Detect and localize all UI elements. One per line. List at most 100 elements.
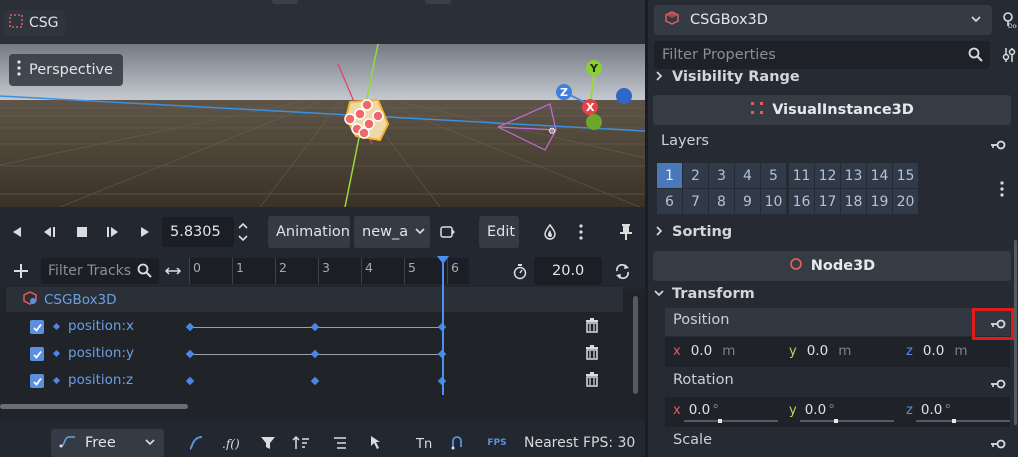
keyframe-key-icon[interactable] [990, 138, 1006, 154]
track-row[interactable]: position:x [0, 314, 630, 341]
layer-cell[interactable]: 2 [683, 163, 708, 188]
layer-cell[interactable]: 11 [789, 163, 814, 188]
pin-panel-icon[interactable] [618, 223, 634, 241]
layer-cell[interactable]: 15 [893, 163, 918, 188]
layer-cell[interactable]: 9 [735, 189, 760, 214]
bezier-curve-icon[interactable] [187, 435, 205, 451]
scene-tabbar: CSG [0, 0, 645, 44]
snap-keys-icon[interactable] [450, 435, 468, 451]
text-baseline-icon[interactable]: Tn [415, 435, 433, 451]
play-backwards-icon[interactable] [40, 224, 58, 240]
perspective-label: Perspective [29, 62, 113, 78]
track-enabled-checkbox[interactable] [30, 320, 44, 334]
layer-cell[interactable]: 7 [683, 189, 708, 214]
keyframe[interactable] [310, 376, 320, 386]
visibility-range-section[interactable]: Visibility Range [654, 69, 800, 85]
layer-cell[interactable]: 19 [867, 189, 892, 214]
rotation-z-slider[interactable] [916, 420, 1010, 422]
keyframe-key-icon[interactable] [990, 377, 1006, 393]
layer-cell[interactable]: 17 [815, 189, 840, 214]
edit-menu-button[interactable]: Edit [479, 216, 519, 248]
track-enabled-checkbox[interactable] [30, 374, 44, 388]
time-spin-arrows-icon[interactable] [236, 219, 250, 245]
track-enabled-checkbox[interactable] [30, 347, 44, 361]
property-settings-icon[interactable] [1001, 46, 1017, 64]
layer-cell[interactable]: 13 [841, 163, 866, 188]
more-options-icon[interactable] [577, 223, 585, 241]
trash-icon[interactable] [585, 318, 599, 337]
onion-skinning-icon[interactable] [541, 223, 559, 241]
keyframe[interactable] [310, 349, 320, 359]
perspective-menu-button[interactable]: Perspective [9, 54, 123, 86]
node-selector-dropdown[interactable]: CSGBox3D [654, 5, 992, 35]
filter-tracks-input[interactable]: Filter Tracks [41, 258, 159, 284]
playhead[interactable] [442, 258, 444, 395]
animation-menu-label: Animation [276, 224, 350, 240]
stop-icon[interactable] [74, 224, 90, 240]
node3d-header: Node3D [653, 251, 1011, 281]
animation-length-input[interactable]: 20.0 [534, 257, 602, 285]
layer-cell[interactable]: 20 [893, 189, 918, 214]
slider-knob[interactable] [834, 419, 838, 423]
inspector-scrollbar[interactable] [1014, 240, 1017, 425]
interpolation-mode-dropdown[interactable]: Free [51, 429, 164, 457]
layers-menu-icon[interactable] [998, 180, 1006, 198]
layer-cell[interactable]: 18 [841, 189, 866, 214]
animation-menu-button[interactable]: Animation [268, 216, 350, 248]
unit-label: m [838, 343, 852, 359]
unit-label: m [722, 343, 736, 359]
tracks-horizontal-scrollbar[interactable] [0, 404, 188, 409]
position-x-field[interactable]: x 0.0 m [673, 338, 735, 364]
ruler-tick: 0 [193, 260, 201, 275]
layer-cell[interactable]: 12 [815, 163, 840, 188]
layer-cell[interactable]: 5 [761, 163, 786, 188]
fps-toggle-icon[interactable]: FPS [484, 436, 510, 450]
position-z-field[interactable]: z 0.0 m [906, 338, 967, 364]
rotation-y-slider[interactable] [800, 420, 894, 422]
function-icon[interactable]: .f() [222, 435, 242, 451]
select-pointer-icon[interactable] [367, 435, 385, 451]
loop-icon[interactable] [613, 262, 631, 280]
layer-cell[interactable]: 16 [789, 189, 814, 214]
play-icon[interactable] [137, 224, 153, 240]
layer-cell[interactable]: 10 [761, 189, 786, 214]
play-from-start-icon[interactable] [104, 224, 122, 240]
list-icon[interactable] [331, 435, 349, 451]
keyframe-key-icon[interactable] [990, 437, 1006, 453]
layer-cell[interactable]: 1 [657, 163, 682, 188]
layer-cell[interactable]: 8 [709, 189, 734, 214]
timeline-ruler[interactable]: 0 1 2 3 4 5 6 [189, 258, 469, 284]
degree-unit-label: ° [944, 402, 952, 418]
tracks-vertical-scrollbar[interactable] [633, 296, 638, 394]
add-track-icon[interactable] [12, 262, 30, 280]
rotation-x-slider[interactable] [684, 420, 778, 422]
scene-tab-csg[interactable]: CSG [4, 10, 65, 36]
layer-cell[interactable]: 3 [709, 163, 734, 188]
layer-cell[interactable]: 4 [735, 163, 760, 188]
layer-cell[interactable]: 14 [867, 163, 892, 188]
track-row[interactable]: position:z [0, 368, 630, 395]
sorting-section[interactable]: Sorting [654, 224, 732, 240]
slider-knob[interactable] [718, 419, 722, 423]
track-group-row[interactable]: CSGBox3D [6, 287, 623, 312]
slider-knob[interactable] [952, 419, 956, 423]
keyframe[interactable] [185, 322, 195, 332]
trash-icon[interactable] [585, 345, 599, 364]
play-backwards-from-end-icon[interactable] [9, 224, 25, 240]
keyframe[interactable] [310, 322, 320, 332]
track-row[interactable]: position:y [0, 341, 630, 368]
autoplay-on-load-icon[interactable] [439, 224, 457, 240]
keyframe[interactable] [185, 349, 195, 359]
timeline-zoom-arrows-icon[interactable] [164, 264, 182, 278]
sort-icon[interactable] [292, 435, 310, 451]
position-y-field[interactable]: y 0.0 m [789, 338, 851, 364]
layer-cell[interactable]: 6 [657, 189, 682, 214]
animation-name-dropdown[interactable]: new_a [354, 216, 430, 248]
node-docs-icon[interactable]: Doc [1000, 10, 1018, 30]
transform-section[interactable]: Transform [654, 286, 755, 302]
filter-icon[interactable] [259, 435, 277, 451]
animation-time-input[interactable]: 5.8305 [162, 217, 234, 247]
filter-properties-input[interactable]: Filter Properties [654, 41, 990, 69]
keyframe[interactable] [185, 376, 195, 386]
trash-icon[interactable] [585, 372, 599, 391]
